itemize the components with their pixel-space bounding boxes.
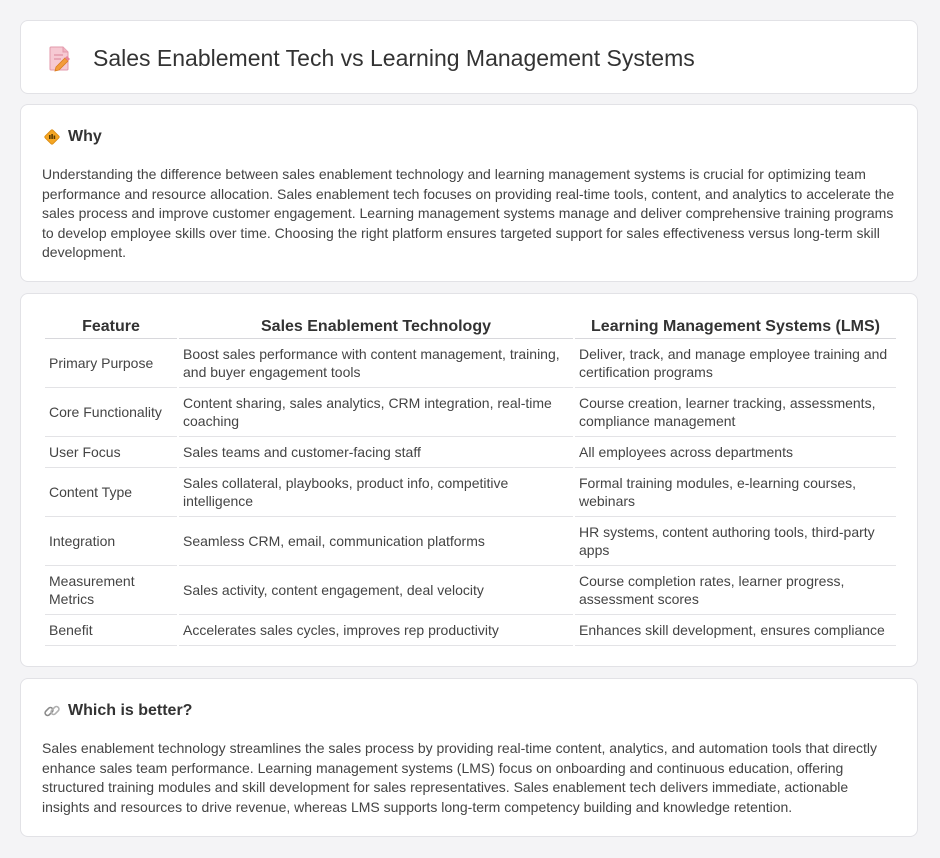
- sales-enablement-cell: Sales collateral, playbooks, product inf…: [179, 468, 573, 517]
- header-lms: Learning Management Systems (LMS): [575, 316, 896, 339]
- page-title: Sales Enablement Tech vs Learning Manage…: [93, 45, 695, 71]
- lms-cell: Enhances skill development, ensures comp…: [575, 615, 896, 646]
- table-row: User Focus Sales teams and customer-faci…: [45, 437, 896, 468]
- lms-cell: All employees across departments: [575, 437, 896, 468]
- sales-enablement-cell: Sales activity, content engagement, deal…: [179, 566, 573, 615]
- sales-enablement-cell: Seamless CRM, email, communication platf…: [179, 517, 573, 566]
- why-text: Understanding the difference between sal…: [42, 166, 895, 261]
- why-heading-row: Why: [43, 128, 102, 146]
- lms-cell: Formal training modules, e-learning cour…: [575, 468, 896, 517]
- table-row: Integration Seamless CRM, email, communi…: [45, 517, 896, 566]
- lms-cell: Course creation, learner tracking, asses…: [575, 388, 896, 437]
- sales-enablement-cell: Content sharing, sales analytics, CRM in…: [179, 388, 573, 437]
- feature-cell: Integration: [45, 517, 177, 566]
- document-pencil-icon: [47, 44, 73, 72]
- sales-enablement-cell: Sales teams and customer-facing staff: [179, 437, 573, 468]
- table-row: Core Functionality Content sharing, sale…: [45, 388, 896, 437]
- lms-cell: HR systems, content authoring tools, thi…: [575, 517, 896, 566]
- sales-enablement-cell: Boost sales performance with content man…: [179, 339, 573, 388]
- link-icon: [43, 702, 61, 720]
- better-text: Sales enablement technology streamlines …: [42, 740, 878, 815]
- which-is-better-card: Which is better? Sales enablement techno…: [20, 678, 918, 837]
- better-heading-row: Which is better?: [43, 702, 192, 720]
- header-feature: Feature: [45, 316, 177, 339]
- table-row: Benefit Accelerates sales cycles, improv…: [45, 615, 896, 646]
- table-row: Measurement Metrics Sales activity, cont…: [45, 566, 896, 615]
- diamond-sign-icon: [43, 128, 61, 146]
- lms-cell: Deliver, track, and manage employee trai…: [575, 339, 896, 388]
- table-row: Content Type Sales collateral, playbooks…: [45, 468, 896, 517]
- lms-cell: Course completion rates, learner progres…: [575, 566, 896, 615]
- feature-cell: Measurement Metrics: [45, 566, 177, 615]
- table-header-row: Feature Sales Enablement Technology Lear…: [45, 316, 896, 339]
- title-row: Sales Enablement Tech vs Learning Manage…: [47, 43, 695, 73]
- feature-cell: Core Functionality: [45, 388, 177, 437]
- header-sales-enablement: Sales Enablement Technology: [179, 316, 573, 339]
- comparison-card: Feature Sales Enablement Technology Lear…: [20, 293, 918, 667]
- feature-cell: Content Type: [45, 468, 177, 517]
- feature-cell: Benefit: [45, 615, 177, 646]
- feature-cell: Primary Purpose: [45, 339, 177, 388]
- why-card: Why Understanding the difference between…: [20, 104, 918, 282]
- better-heading: Which is better?: [68, 702, 193, 719]
- sales-enablement-cell: Accelerates sales cycles, improves rep p…: [179, 615, 573, 646]
- title-card: Sales Enablement Tech vs Learning Manage…: [20, 20, 918, 94]
- why-heading: Why: [68, 128, 102, 145]
- table-row: Primary Purpose Boost sales performance …: [45, 339, 896, 388]
- comparison-table: Feature Sales Enablement Technology Lear…: [43, 316, 898, 646]
- feature-cell: User Focus: [45, 437, 177, 468]
